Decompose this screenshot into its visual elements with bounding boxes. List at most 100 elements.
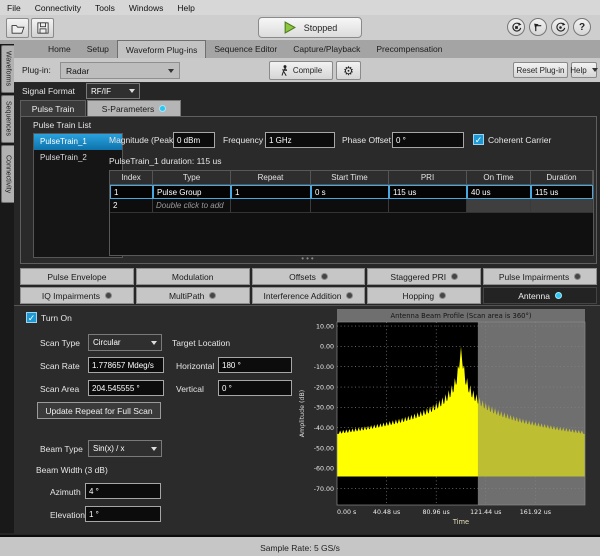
scan-type-select[interactable]: Circular [88, 334, 162, 351]
tab-pulse-train[interactable]: Pulse Train [20, 100, 86, 117]
save-button[interactable] [31, 18, 54, 38]
scan-area-label: Scan Area [40, 384, 79, 394]
plugin-select-value: Radar [66, 66, 89, 76]
plugin-label: Plug-in: [22, 65, 51, 75]
vertical-input[interactable] [218, 380, 292, 396]
tab-precompensation[interactable]: Precompensation [368, 40, 450, 58]
tab-sequence-editor[interactable]: Sequence Editor [206, 40, 285, 58]
status-bar: Sample Rate: 5 GS/s [0, 535, 600, 556]
plugin-select[interactable]: Radar [60, 62, 180, 79]
svg-text:0.00: 0.00 [320, 344, 334, 351]
sidetab-connectivity[interactable]: Connectivity [1, 145, 14, 203]
cell-repeat[interactable] [231, 199, 311, 213]
tab-pulse-impairments[interactable]: Pulse Impairments [483, 268, 597, 285]
svg-text:-60.00: -60.00 [314, 466, 334, 473]
status-dot-icon [439, 292, 446, 299]
plugin-help-button[interactable]: Help [571, 62, 597, 78]
status-dot-icon [209, 292, 216, 299]
sidetab-waveforms[interactable]: Waveforms [1, 45, 14, 93]
cell-add-placeholder[interactable]: Double click to add [153, 199, 231, 213]
status-dot-icon [105, 292, 112, 299]
target-location-label: Target Location [172, 338, 230, 348]
frequency-input[interactable] [265, 132, 335, 148]
coherent-carrier-checkbox[interactable]: ✓ [473, 134, 484, 145]
cell-pri[interactable]: 115 us [389, 185, 467, 199]
cell-index[interactable]: 2 [110, 199, 153, 213]
compile-button[interactable]: Compile [269, 61, 333, 80]
menu-windows[interactable]: Windows [122, 3, 170, 13]
signal-format-select[interactable]: RF/IF [86, 83, 140, 99]
sidetab-sequences[interactable]: Sequences [1, 95, 14, 143]
col-header: Repeat [231, 171, 311, 185]
status-dot-icon [574, 273, 581, 280]
cell-start-time[interactable]: 0 s [311, 185, 389, 199]
magnitude-input[interactable] [173, 132, 215, 148]
dropdown-arrow-icon [129, 89, 135, 93]
application-window: File Connectivity Tools Windows Help Sto… [0, 0, 600, 556]
turn-on-checkbox[interactable]: ✓ [26, 312, 37, 323]
run-state-button[interactable]: Stopped [258, 17, 362, 38]
restore-layout-button[interactable] [529, 18, 547, 36]
turn-on-label: Turn On [41, 313, 72, 323]
cell-repeat[interactable]: 1 [231, 185, 311, 199]
azimuth-input[interactable] [85, 483, 161, 499]
help-button[interactable]: ? [573, 18, 591, 36]
col-header: On Time [467, 171, 531, 185]
refresh-button[interactable] [551, 18, 569, 36]
tab-pulse-envelope[interactable]: Pulse Envelope [20, 268, 134, 285]
tab-staggered-pri[interactable]: Staggered PRI [367, 268, 481, 285]
tab-home[interactable]: Home [40, 40, 79, 58]
tab-label: Hopping [402, 291, 434, 301]
update-repeat-button[interactable]: Update Repeat for Full Scan [37, 402, 161, 419]
refresh-setup-button[interactable] [507, 18, 525, 36]
scan-area-input[interactable] [88, 380, 164, 396]
tab-setup[interactable]: Setup [79, 40, 117, 58]
svg-text:-50.00: -50.00 [314, 445, 334, 452]
cell-on-time[interactable]: 40 us [467, 185, 531, 199]
tab-multipath[interactable]: MultiPath [136, 287, 250, 304]
toolbar: Stopped ? [0, 15, 600, 41]
splitter-handle[interactable]: ••• [301, 256, 315, 262]
compile-label: Compile [293, 66, 322, 75]
col-header: Type [153, 171, 231, 185]
reset-plugin-button[interactable]: Reset Plug-in [513, 62, 568, 78]
compile-settings-button[interactable]: ⚙ [336, 61, 361, 80]
horizontal-input[interactable] [218, 357, 292, 373]
menu-connectivity[interactable]: Connectivity [28, 3, 88, 13]
tab-hopping[interactable]: Hopping [367, 287, 481, 304]
cell-pri[interactable] [389, 199, 467, 213]
cell-start-time[interactable] [311, 199, 389, 213]
menu-help[interactable]: Help [170, 3, 201, 13]
cell-index[interactable]: 1 [110, 185, 153, 199]
open-file-button[interactable] [6, 18, 29, 38]
horizontal-label: Horizontal [176, 361, 214, 371]
sample-rate-text: Sample Rate: 5 GS/s [260, 543, 340, 553]
tab-waveform-plugins[interactable]: Waveform Plug-ins [117, 40, 206, 58]
tab-label: Staggered PRI [390, 272, 446, 282]
tab-modulation[interactable]: Modulation [136, 268, 250, 285]
menu-tools[interactable]: Tools [88, 3, 122, 13]
dropdown-arrow-icon [151, 341, 157, 345]
update-repeat-label: Update Repeat for Full Scan [45, 406, 152, 416]
phase-offset-input[interactable] [392, 132, 464, 148]
run-state-label: Stopped [304, 23, 338, 33]
play-icon [283, 21, 296, 34]
tab-iq-impairments[interactable]: IQ Impairments [20, 287, 134, 304]
feature-tab-row-1: Pulse Envelope Modulation Offsets Stagge… [20, 268, 597, 285]
status-dot-icon [451, 273, 458, 280]
tab-s-parameters[interactable]: S-Parameters [87, 100, 181, 117]
tab-interference-addition[interactable]: Interference Addition [252, 287, 366, 304]
beam-type-select[interactable]: Sin(x) / x [88, 440, 162, 457]
tab-offsets[interactable]: Offsets [252, 268, 366, 285]
menu-file[interactable]: File [0, 3, 28, 13]
elevation-input[interactable] [85, 506, 161, 522]
tab-capture-playback[interactable]: Capture/Playback [285, 40, 368, 58]
cell-type[interactable]: Pulse Group [153, 185, 231, 199]
scan-rate-input[interactable] [88, 357, 164, 373]
cell-duration[interactable]: 115 us [531, 185, 593, 199]
tab-label: Modulation [172, 272, 214, 282]
svg-text:Amplitude (dB): Amplitude (dB) [299, 390, 306, 438]
tab-label: Pulse Train [32, 104, 75, 114]
tab-antenna[interactable]: Antenna [483, 287, 597, 304]
tab-label: MultiPath [169, 291, 204, 301]
